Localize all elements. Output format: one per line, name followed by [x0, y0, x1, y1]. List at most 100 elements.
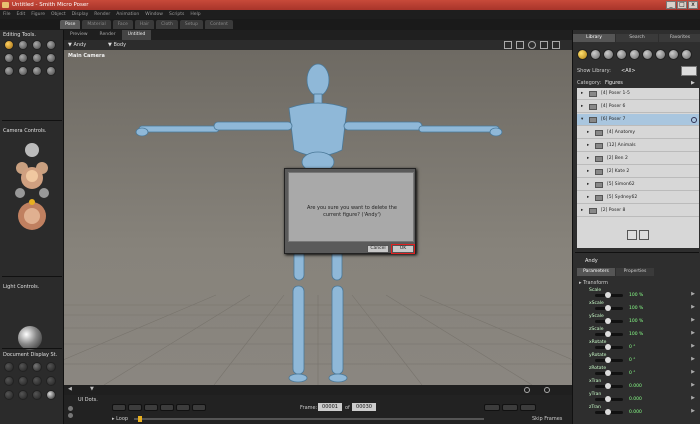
expand-arrow-icon[interactable]: ▸ — [587, 195, 589, 200]
display-style-outline-icon[interactable] — [18, 362, 28, 372]
param-row[interactable]: xScale 100 % ▶ — [577, 301, 695, 313]
display-style-cartoon-icon[interactable] — [32, 376, 42, 386]
param-row[interactable]: zScale 100 % ▶ — [577, 327, 695, 339]
transform-group-label[interactable]: ▸ Transform — [579, 280, 608, 286]
param-knob[interactable] — [605, 292, 611, 298]
display-style-cartoon-line-icon[interactable] — [18, 390, 28, 400]
ui-dot-icon[interactable] — [68, 413, 73, 418]
display-style-smooth-icon[interactable] — [46, 376, 56, 386]
param-arrow-icon[interactable]: ▶ — [691, 382, 695, 388]
show-library-select[interactable]: <All> — [621, 68, 636, 74]
viewport-3d[interactable]: Main Camera Are you sure you want to del… — [64, 50, 572, 385]
scale-tool-icon[interactable] — [4, 53, 14, 63]
direct-manipulation-tool-icon[interactable] — [46, 66, 56, 76]
param-value[interactable]: 100 % — [629, 319, 643, 324]
library-item[interactable]: ▸ [4] Poser 1-5 — [577, 88, 699, 100]
ui-dot-icon[interactable] — [68, 406, 73, 411]
morphing-tool-icon[interactable] — [32, 66, 42, 76]
param-arrow-icon[interactable]: ▶ — [691, 356, 695, 362]
library-item[interactable]: ▸ [2] Poser 8 — [577, 205, 699, 217]
param-row[interactable]: yRotate 0 ° ▶ — [577, 353, 695, 365]
loop-toggle[interactable]: ▸ Loop — [112, 416, 128, 422]
keyframe-next-button[interactable] — [520, 404, 536, 411]
cameras-library-icon[interactable] — [668, 49, 679, 60]
tab-parameters[interactable]: Parameters — [577, 268, 615, 276]
figures-library-icon[interactable] — [577, 49, 588, 60]
hands-library-icon[interactable] — [629, 49, 640, 60]
expand-arrow-icon[interactable]: ▸ — [587, 143, 589, 148]
param-value[interactable]: 0 ° — [629, 345, 636, 350]
menu-scripts[interactable]: Scripts — [169, 10, 184, 19]
color-tool-icon[interactable] — [46, 53, 56, 63]
go-to-end-button[interactable] — [192, 404, 206, 411]
apply-library-item-button[interactable] — [627, 230, 637, 240]
param-arrow-icon[interactable]: ▶ — [691, 291, 695, 297]
light-toggle-icon[interactable] — [544, 387, 550, 393]
room-tab-content[interactable]: Content — [205, 20, 233, 29]
param-arrow-icon[interactable]: ▶ — [691, 317, 695, 323]
frame-input[interactable]: 00001 — [318, 403, 342, 411]
menu-render[interactable]: Render — [94, 10, 110, 19]
library-item[interactable]: ▸ [2] Ben 2 — [577, 153, 699, 165]
param-arrow-icon[interactable]: ▶ — [691, 330, 695, 336]
room-tab-hair[interactable]: Hair — [134, 20, 155, 29]
translate-tool-icon[interactable] — [32, 40, 42, 50]
display-style-wireframe-icon[interactable] — [32, 362, 42, 372]
tab-search[interactable]: Search — [616, 34, 658, 42]
menu-help[interactable]: Help — [190, 10, 200, 19]
tab-preview[interactable]: Preview — [64, 30, 94, 40]
param-arrow-icon[interactable]: ▶ — [691, 408, 695, 414]
twist-tool-icon[interactable] — [18, 40, 28, 50]
param-arrow-icon[interactable]: ▶ — [691, 395, 695, 401]
param-row[interactable]: yScale 100 % ▶ — [577, 314, 695, 326]
stop-button[interactable] — [144, 404, 158, 411]
expand-arrow-icon[interactable]: ▸ — [587, 182, 589, 187]
expand-arrow-icon[interactable]: ▸ — [581, 208, 583, 213]
room-tab-face[interactable]: Face — [112, 20, 133, 29]
keyframe-prev-button[interactable] — [484, 404, 500, 411]
view-magnifier-tool-icon[interactable] — [18, 66, 28, 76]
param-knob[interactable] — [605, 344, 611, 350]
param-row[interactable]: zRotate 0 ° ▶ — [577, 366, 695, 378]
display-style-lined-icon[interactable] — [4, 376, 14, 386]
param-row[interactable]: xTran 0.000 ▶ — [577, 379, 695, 391]
display-style-silhouette-icon[interactable] — [4, 362, 14, 372]
tab-favorites[interactable]: Favorites — [659, 34, 700, 42]
chain-break-tool-icon[interactable] — [32, 53, 42, 63]
menu-file[interactable]: File — [3, 10, 11, 19]
param-value[interactable]: 0.000 — [629, 384, 642, 389]
figure-selector[interactable]: ▼ Andy — [68, 40, 86, 50]
camera-controls-widget[interactable] — [10, 138, 54, 238]
tab-render[interactable]: Render — [94, 30, 122, 40]
add-library-item-button[interactable] — [639, 230, 649, 240]
collapse-arrow-icon[interactable]: ▾ — [581, 117, 583, 122]
display-style-flat-icon[interactable] — [18, 376, 28, 386]
expressions-library-icon[interactable] — [603, 49, 614, 60]
ok-button[interactable]: OK — [391, 244, 415, 254]
hair-library-icon[interactable] — [616, 49, 627, 60]
param-value[interactable]: 100 % — [629, 293, 643, 298]
param-row[interactable]: Scale 100 % ▶ — [577, 288, 695, 300]
display-style-hidden-line-icon[interactable] — [46, 362, 56, 372]
param-knob[interactable] — [605, 305, 611, 311]
expand-arrow-icon[interactable]: ▸ — [581, 91, 583, 96]
param-knob[interactable] — [605, 409, 611, 415]
room-tab-cloth[interactable]: Cloth — [156, 20, 178, 29]
menu-display[interactable]: Display — [72, 10, 89, 19]
minimize-button[interactable]: _ — [666, 1, 676, 9]
maximize-button[interactable]: □ — [677, 1, 687, 9]
expand-arrow-icon[interactable]: ▸ — [587, 130, 589, 135]
param-row[interactable]: yTran 0.000 ▶ — [577, 392, 695, 404]
expand-arrow-icon[interactable]: ▸ — [581, 104, 583, 109]
library-item-selected[interactable]: ▾ [6] Poser 7 — [577, 114, 699, 126]
category-value[interactable]: Figures — [605, 80, 623, 86]
library-item[interactable]: ▸ [5] Simon62 — [577, 179, 699, 191]
library-item[interactable]: ▸ [5] Sydney62 — [577, 192, 699, 204]
menu-animation[interactable]: Animation — [116, 10, 139, 19]
library-item[interactable]: ▸ [12] Animals — [577, 140, 699, 152]
param-knob[interactable] — [605, 370, 611, 376]
taper-tool-icon[interactable] — [18, 53, 28, 63]
timeline-scrubber[interactable] — [138, 416, 142, 422]
menu-edit[interactable]: Edit — [17, 10, 26, 19]
display-style-shaded-icon[interactable] — [32, 390, 42, 400]
